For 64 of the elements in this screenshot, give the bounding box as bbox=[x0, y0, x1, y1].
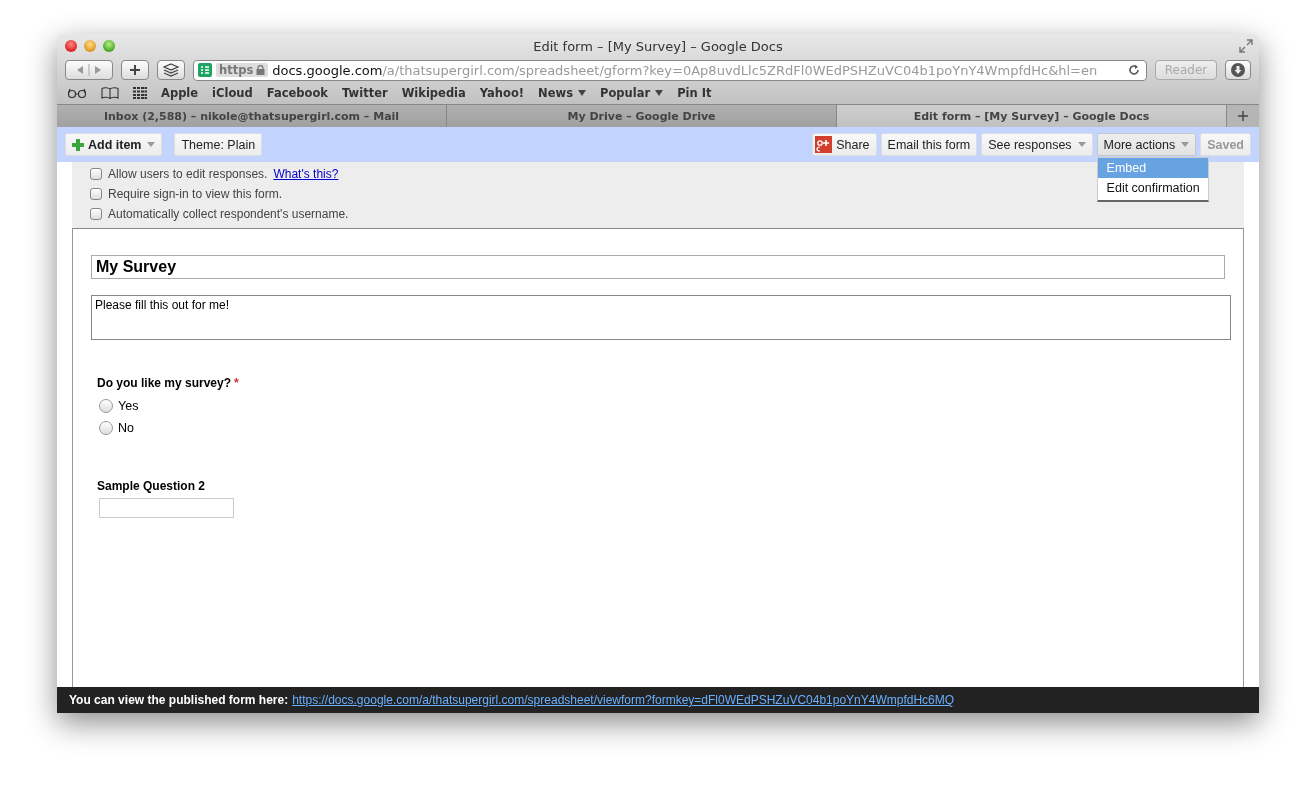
published-form-link[interactable]: https://docs.google.com/a/thatsupergirl.com/spreadsheet/viewform?formkey=dFl0WEdPSHZuVC04b1poYnY4WmpfdHc6MQ bbox=[292, 693, 955, 707]
bookmark-link[interactable]: Wikipedia bbox=[401, 86, 466, 100]
new-tab-button[interactable] bbox=[121, 60, 149, 80]
radio-button[interactable] bbox=[99, 421, 113, 435]
footer-text: You can view the published form here: bbox=[69, 693, 289, 707]
bookmark-link[interactable]: Pin It bbox=[677, 86, 712, 100]
theme-button[interactable]: Theme: Plain bbox=[174, 133, 263, 156]
email-button[interactable]: Email this form bbox=[880, 133, 978, 156]
bookmark-link[interactable]: iCloud bbox=[212, 86, 253, 100]
option-label: Yes bbox=[118, 399, 139, 413]
menu-item[interactable]: Edit confirmation bbox=[1097, 178, 1208, 198]
window-title: Edit form – [My Survey] – Google Docs bbox=[533, 38, 783, 54]
bookmark-link[interactable]: Popular bbox=[600, 86, 664, 100]
description-field[interactable]: Please fill this out for me! bbox=[91, 295, 1231, 340]
help-link[interactable]: What's this? bbox=[273, 167, 339, 181]
caret-icon bbox=[655, 90, 664, 96]
plus-icon bbox=[1238, 111, 1248, 121]
browser-tab[interactable]: Inbox (2,588) – nikole@thatsupergirl.com – Mail bbox=[57, 105, 447, 127]
layers-button[interactable] bbox=[157, 60, 185, 80]
option-label: No bbox=[118, 421, 134, 435]
downloads-button[interactable] bbox=[1225, 60, 1251, 80]
radio-button[interactable] bbox=[99, 399, 113, 413]
caret-icon bbox=[1077, 142, 1086, 147]
form-title-field[interactable]: My Survey bbox=[91, 255, 1225, 279]
reading-list-icon[interactable] bbox=[67, 88, 87, 98]
google-plus-icon bbox=[815, 136, 833, 153]
grid-icon[interactable] bbox=[133, 87, 147, 99]
checkbox[interactable] bbox=[90, 168, 102, 180]
reload-icon[interactable] bbox=[1128, 64, 1140, 76]
option-label: Allow users to edit responses. bbox=[108, 167, 268, 181]
question-title: Do you like my survey? bbox=[97, 376, 232, 390]
question-title: Sample Question 2 bbox=[97, 479, 206, 493]
spreadsheet-icon bbox=[198, 63, 212, 77]
checkbox[interactable] bbox=[90, 188, 102, 200]
back-forward-button[interactable] bbox=[65, 60, 113, 80]
fullscreen-icon[interactable] bbox=[1239, 39, 1253, 53]
caret-icon bbox=[147, 142, 156, 147]
bookmark-link[interactable]: Yahoo! bbox=[479, 86, 525, 100]
option-label: Automatically collect respondent's username. bbox=[108, 207, 349, 221]
option-label: Require sign-in to view this form. bbox=[108, 187, 283, 201]
plus-icon bbox=[72, 138, 84, 151]
caret-icon bbox=[578, 90, 586, 96]
share-button[interactable]: Share bbox=[812, 133, 877, 156]
required-mark: * bbox=[234, 376, 239, 390]
bookmark-link[interactable]: Twitter bbox=[342, 86, 388, 100]
bookmark-link[interactable]: Facebook bbox=[266, 86, 328, 100]
https-badge: https bbox=[216, 63, 269, 77]
checkbox[interactable] bbox=[90, 208, 102, 220]
browser-tab[interactable]: My Drive – Google Drive bbox=[447, 105, 837, 127]
menu-button[interactable]: More actions bbox=[1096, 133, 1197, 156]
bookmark-link[interactable]: Apple bbox=[161, 86, 199, 100]
address-field[interactable]: https docs.google.com/a/thatsupergirl.com/spreadsheet/gform?key=0Ap8uvdLlc5ZRdFl0WEdPSHZuVC04b1poYnY4WmpfdHc&hl=en bbox=[193, 59, 1147, 81]
url-text: docs.google.com/a/thatsupergirl.com/spreadsheet/gform?key=0Ap8uvdLlc5ZRdFl0WEdPSHZuVC04b1poYnY4WmpfdHc&hl=en bbox=[272, 62, 1099, 78]
caret-icon bbox=[1181, 142, 1190, 147]
minimize-button[interactable] bbox=[84, 40, 96, 52]
zoom-button[interactable] bbox=[103, 40, 115, 52]
menu-button[interactable]: See responses bbox=[981, 133, 1093, 156]
bookmark-link[interactable]: News bbox=[538, 86, 586, 100]
plus-icon bbox=[129, 64, 141, 76]
book-icon[interactable] bbox=[101, 87, 119, 99]
close-button[interactable] bbox=[65, 40, 77, 52]
add-item-button[interactable]: Add item bbox=[65, 133, 163, 156]
answer-field[interactable] bbox=[99, 498, 234, 518]
browser-tab[interactable]: Edit form – [My Survey] – Google Docs bbox=[837, 105, 1227, 127]
